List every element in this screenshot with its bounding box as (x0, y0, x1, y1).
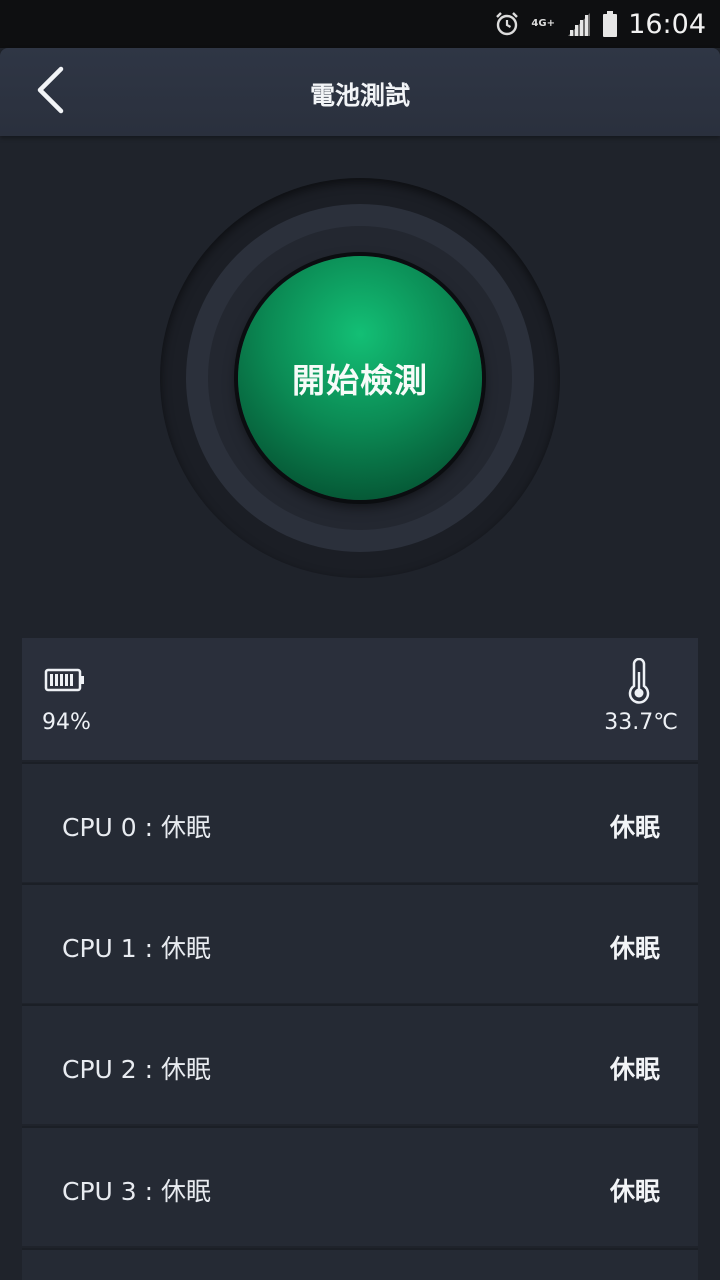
app-bar: 電池測試 (0, 48, 720, 136)
cpu-state: 休眠 (609, 1177, 660, 1206)
signal-icon (566, 12, 592, 36)
network-4g-icon: 4G+ (530, 19, 556, 29)
start-scan-button[interactable]: 開始檢測 (238, 256, 482, 500)
cpu-row-3: CPU 3 : 休眠 休眠 (22, 1126, 698, 1246)
battery-icon (44, 668, 86, 696)
status-bar: 4G+ 16:04 (0, 0, 720, 48)
cpu-state: 休眠 (609, 813, 660, 842)
page-title: 電池測試 (309, 81, 410, 110)
cpu-label: CPU 2 : 休眠 (62, 1055, 211, 1084)
battery-level: 94% (42, 710, 91, 735)
cpu-state: 休眠 (609, 1055, 660, 1084)
status-clock: 16:04 (628, 8, 706, 40)
network-label: 4G+ (531, 18, 555, 29)
cpu-label: CPU 0 : 休眠 (62, 813, 211, 842)
cpu-label: CPU 3 : 休眠 (62, 1177, 211, 1206)
cpu-row-partial (22, 1248, 698, 1280)
cpu-row-0: CPU 0 : 休眠 休眠 (22, 762, 698, 882)
scan-dial: 開始檢測 (160, 178, 560, 578)
thermometer-icon (624, 657, 654, 708)
battery-status-icon (602, 11, 618, 37)
cpu-label: CPU 1 : 休眠 (62, 934, 211, 963)
temperature-value: 33.7℃ (604, 710, 678, 735)
start-scan-label: 開始檢測 (292, 361, 428, 400)
alarm-icon (494, 11, 520, 37)
dial-outer-ring: 開始檢測 (186, 204, 534, 552)
dial-inner-ring: 開始檢測 (208, 226, 512, 530)
battery-info-card: 94% 33.7℃ (22, 638, 698, 760)
cpu-state: 休眠 (609, 934, 660, 963)
cpu-row-2: CPU 2 : 休眠 休眠 (22, 1004, 698, 1124)
cpu-row-1: CPU 1 : 休眠 休眠 (22, 883, 698, 1003)
